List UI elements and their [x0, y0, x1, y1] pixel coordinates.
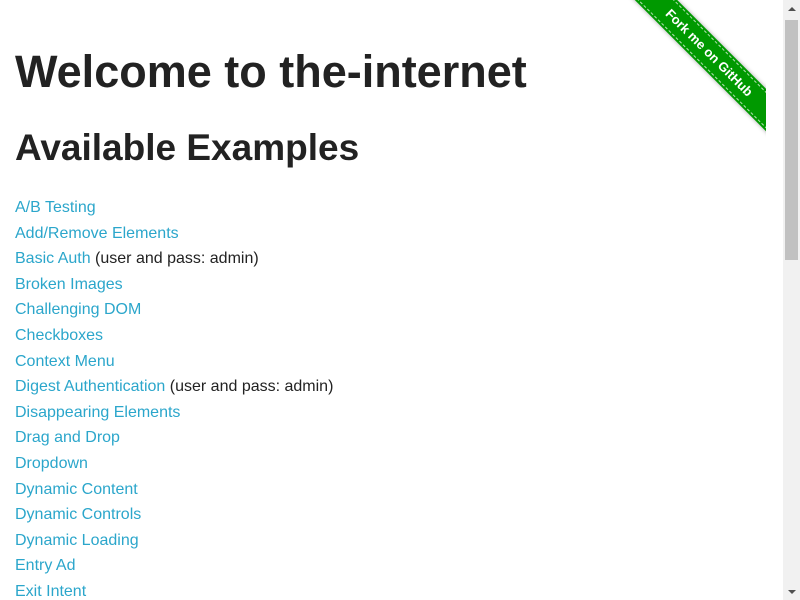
example-link-disappearing-elements[interactable]: Disappearing Elements	[15, 404, 180, 421]
example-link-dropdown[interactable]: Dropdown	[15, 455, 88, 472]
example-link-ab-testing[interactable]: A/B Testing	[15, 199, 96, 216]
list-item: Add/Remove Elements	[15, 221, 333, 247]
example-link-checkboxes[interactable]: Checkboxes	[15, 327, 103, 344]
scrollbar-thumb[interactable]	[785, 20, 798, 260]
list-item: Dropdown	[15, 451, 333, 477]
example-link-dynamic-controls[interactable]: Dynamic Controls	[15, 506, 141, 523]
page-title: Welcome to the-internet	[15, 46, 527, 97]
example-note: (user and pass: admin)	[90, 250, 259, 268]
page-viewport: Welcome to the-internet Available Exampl…	[0, 0, 783, 600]
example-link-challenging-dom[interactable]: Challenging DOM	[15, 301, 141, 318]
vertical-scrollbar[interactable]	[783, 0, 800, 600]
example-link-dynamic-loading[interactable]: Dynamic Loading	[15, 532, 139, 549]
scroll-up-button[interactable]	[783, 0, 800, 17]
list-item: Checkboxes	[15, 323, 333, 349]
list-item: A/B Testing	[15, 195, 333, 221]
ribbon-label: Fork me on GitHub	[625, 0, 766, 137]
example-link-dynamic-content[interactable]: Dynamic Content	[15, 481, 138, 498]
list-item: Context Menu	[15, 349, 333, 375]
example-link-context-menu[interactable]: Context Menu	[15, 353, 115, 370]
example-link-broken-images[interactable]: Broken Images	[15, 276, 123, 293]
list-item: Digest Authentication (user and pass: ad…	[15, 374, 333, 400]
example-link-exit-intent[interactable]: Exit Intent	[15, 583, 86, 600]
github-ribbon-container: Fork me on GitHub	[616, 0, 766, 150]
list-item: Broken Images	[15, 272, 333, 298]
list-item: Dynamic Controls	[15, 502, 333, 528]
list-item: Challenging DOM	[15, 297, 333, 323]
arrow-up-icon	[787, 6, 796, 11]
list-item: Exit Intent	[15, 579, 333, 600]
list-item: Dynamic Content	[15, 477, 333, 503]
example-link-basic-auth[interactable]: Basic Auth	[15, 250, 91, 267]
examples-list: A/B Testing Add/Remove Elements Basic Au…	[15, 195, 333, 600]
list-item: Dynamic Loading	[15, 528, 333, 554]
list-item: Disappearing Elements	[15, 400, 333, 426]
list-item: Entry Ad	[15, 553, 333, 579]
example-link-add-remove-elements[interactable]: Add/Remove Elements	[15, 225, 179, 242]
list-item: Drag and Drop	[15, 425, 333, 451]
example-note: (user and pass: admin)	[165, 378, 334, 396]
fork-me-on-github-ribbon[interactable]: Fork me on GitHub	[624, 0, 766, 138]
arrow-down-icon	[787, 589, 796, 594]
example-link-entry-ad[interactable]: Entry Ad	[15, 557, 75, 574]
example-link-digest-authentication[interactable]: Digest Authentication	[15, 378, 165, 395]
scroll-down-button[interactable]	[783, 583, 800, 600]
list-item: Basic Auth (user and pass: admin)	[15, 246, 333, 272]
page-subtitle: Available Examples	[15, 127, 360, 168]
example-link-drag-and-drop[interactable]: Drag and Drop	[15, 429, 120, 446]
